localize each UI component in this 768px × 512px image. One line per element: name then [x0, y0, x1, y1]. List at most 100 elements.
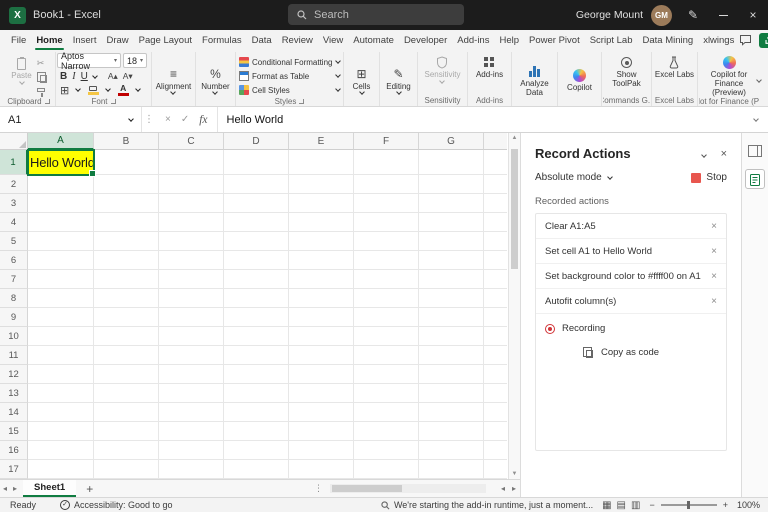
- cell-B6[interactable]: [94, 251, 159, 270]
- cell-F9[interactable]: [354, 308, 419, 327]
- dialog-launcher-icon[interactable]: [45, 99, 50, 104]
- cell-partial-4[interactable]: [484, 213, 507, 232]
- cell-partial-6[interactable]: [484, 251, 507, 270]
- side-pane-icon[interactable]: [745, 141, 765, 161]
- cell-E6[interactable]: [289, 251, 354, 270]
- cell-G16[interactable]: [419, 441, 484, 460]
- cell-G11[interactable]: [419, 346, 484, 365]
- delete-action-icon[interactable]: ×: [711, 271, 717, 282]
- cell-B8[interactable]: [94, 289, 159, 308]
- cell-F15[interactable]: [354, 422, 419, 441]
- recorded-action-item[interactable]: Set cell A1 to Hello World×: [536, 239, 726, 264]
- cell-E7[interactable]: [289, 270, 354, 289]
- cell-D4[interactable]: [224, 213, 289, 232]
- alignment-button[interactable]: ≡ Alignment: [155, 65, 193, 95]
- cell-partial-15[interactable]: [484, 422, 507, 441]
- cell-E1[interactable]: [289, 150, 354, 175]
- cell-partial-12[interactable]: [484, 365, 507, 384]
- cell-partial-10[interactable]: [484, 327, 507, 346]
- row-header-9[interactable]: 9: [0, 308, 28, 327]
- row-header-7[interactable]: 7: [0, 270, 28, 289]
- cell-A4[interactable]: [28, 213, 94, 232]
- underline-dropdown-icon[interactable]: [92, 73, 98, 79]
- cell-B10[interactable]: [94, 327, 159, 346]
- delete-action-icon[interactable]: ×: [711, 221, 717, 232]
- delete-action-icon[interactable]: ×: [711, 296, 717, 307]
- cell-B3[interactable]: [94, 194, 159, 213]
- cell-B4[interactable]: [94, 213, 159, 232]
- pen-mode-icon[interactable]: ✎: [678, 0, 708, 30]
- tab-formulas[interactable]: Formulas: [197, 30, 247, 50]
- tab-add-ins[interactable]: Add-ins: [452, 30, 494, 50]
- cell-B13[interactable]: [94, 384, 159, 403]
- cell-G13[interactable]: [419, 384, 484, 403]
- record-actions-pane-icon[interactable]: [745, 169, 765, 189]
- cell-G17[interactable]: [419, 460, 484, 479]
- tab-insert[interactable]: Insert: [68, 30, 102, 50]
- cell-partial-5[interactable]: [484, 232, 507, 251]
- cell-D1[interactable]: [224, 150, 289, 175]
- spreadsheet-grid[interactable]: ABCDEFG 1Hello World23456789101112131415…: [0, 133, 508, 479]
- cell-partial-3[interactable]: [484, 194, 507, 213]
- cell-B5[interactable]: [94, 232, 159, 251]
- format-as-table-button[interactable]: Format as Table: [237, 69, 342, 83]
- row-header-13[interactable]: 13: [0, 384, 28, 403]
- tab-power-pivot[interactable]: Power Pivot: [524, 30, 585, 50]
- row-header-12[interactable]: 12: [0, 365, 28, 384]
- cell-B2[interactable]: [94, 175, 159, 194]
- cell-partial-2[interactable]: [484, 175, 507, 194]
- row-header-6[interactable]: 6: [0, 251, 28, 270]
- cell-G15[interactable]: [419, 422, 484, 441]
- cell-A3[interactable]: [28, 194, 94, 213]
- mode-dropdown[interactable]: Absolute mode: [535, 172, 602, 183]
- cell-G9[interactable]: [419, 308, 484, 327]
- conditional-formatting-button[interactable]: Conditional Formatting: [237, 55, 342, 69]
- cell-G7[interactable]: [419, 270, 484, 289]
- scroll-down-icon[interactable]: ▼: [509, 471, 520, 477]
- zoom-slider-thumb[interactable]: [687, 501, 690, 509]
- tab-data-mining[interactable]: Data Mining: [637, 30, 698, 50]
- show-toolpak-button[interactable]: Show ToolPak: [603, 53, 650, 89]
- cell-F4[interactable]: [354, 213, 419, 232]
- row-header-1[interactable]: 1: [0, 150, 28, 175]
- cell-B9[interactable]: [94, 308, 159, 327]
- cell-C2[interactable]: [159, 175, 224, 194]
- row-header-3[interactable]: 3: [0, 194, 28, 213]
- cell-F10[interactable]: [354, 327, 419, 346]
- zoom-in-button[interactable]: +: [723, 500, 728, 510]
- cell-F14[interactable]: [354, 403, 419, 422]
- cell-A9[interactable]: [28, 308, 94, 327]
- tab-automate[interactable]: Automate: [348, 30, 399, 50]
- cell-partial-7[interactable]: [484, 270, 507, 289]
- decrease-font-size-icon[interactable]: A▾: [123, 71, 133, 82]
- zoom-out-button[interactable]: −: [649, 500, 654, 510]
- cell-F3[interactable]: [354, 194, 419, 213]
- cell-F11[interactable]: [354, 346, 419, 365]
- panel-close-icon[interactable]: ×: [721, 148, 727, 160]
- cell-C6[interactable]: [159, 251, 224, 270]
- dialog-launcher-icon[interactable]: [299, 99, 304, 104]
- cell-G10[interactable]: [419, 327, 484, 346]
- cell-B7[interactable]: [94, 270, 159, 289]
- cell-F6[interactable]: [354, 251, 419, 270]
- normal-view-icon[interactable]: ▦: [602, 500, 611, 511]
- name-box-dropdown-icon[interactable]: [128, 116, 134, 122]
- formula-bar-dots-icon[interactable]: ⋮: [142, 114, 156, 125]
- cell-F7[interactable]: [354, 270, 419, 289]
- cut-icon[interactable]: ✂: [37, 58, 47, 68]
- share-button[interactable]: [759, 33, 768, 48]
- cell-D12[interactable]: [224, 365, 289, 384]
- cell-D14[interactable]: [224, 403, 289, 422]
- font-size-combo[interactable]: 18▾: [123, 53, 147, 68]
- comment-icon[interactable]: [739, 34, 752, 46]
- tab-page-layout[interactable]: Page Layout: [134, 30, 197, 50]
- column-header-A[interactable]: A: [28, 133, 94, 150]
- tab-file[interactable]: File: [6, 30, 31, 50]
- select-all-corner[interactable]: [0, 133, 28, 150]
- tab-data[interactable]: Data: [247, 30, 277, 50]
- column-header-C[interactable]: C: [159, 133, 224, 150]
- cell-C5[interactable]: [159, 232, 224, 251]
- column-header-partial[interactable]: [484, 133, 507, 150]
- column-header-F[interactable]: F: [354, 133, 419, 150]
- cell-E15[interactable]: [289, 422, 354, 441]
